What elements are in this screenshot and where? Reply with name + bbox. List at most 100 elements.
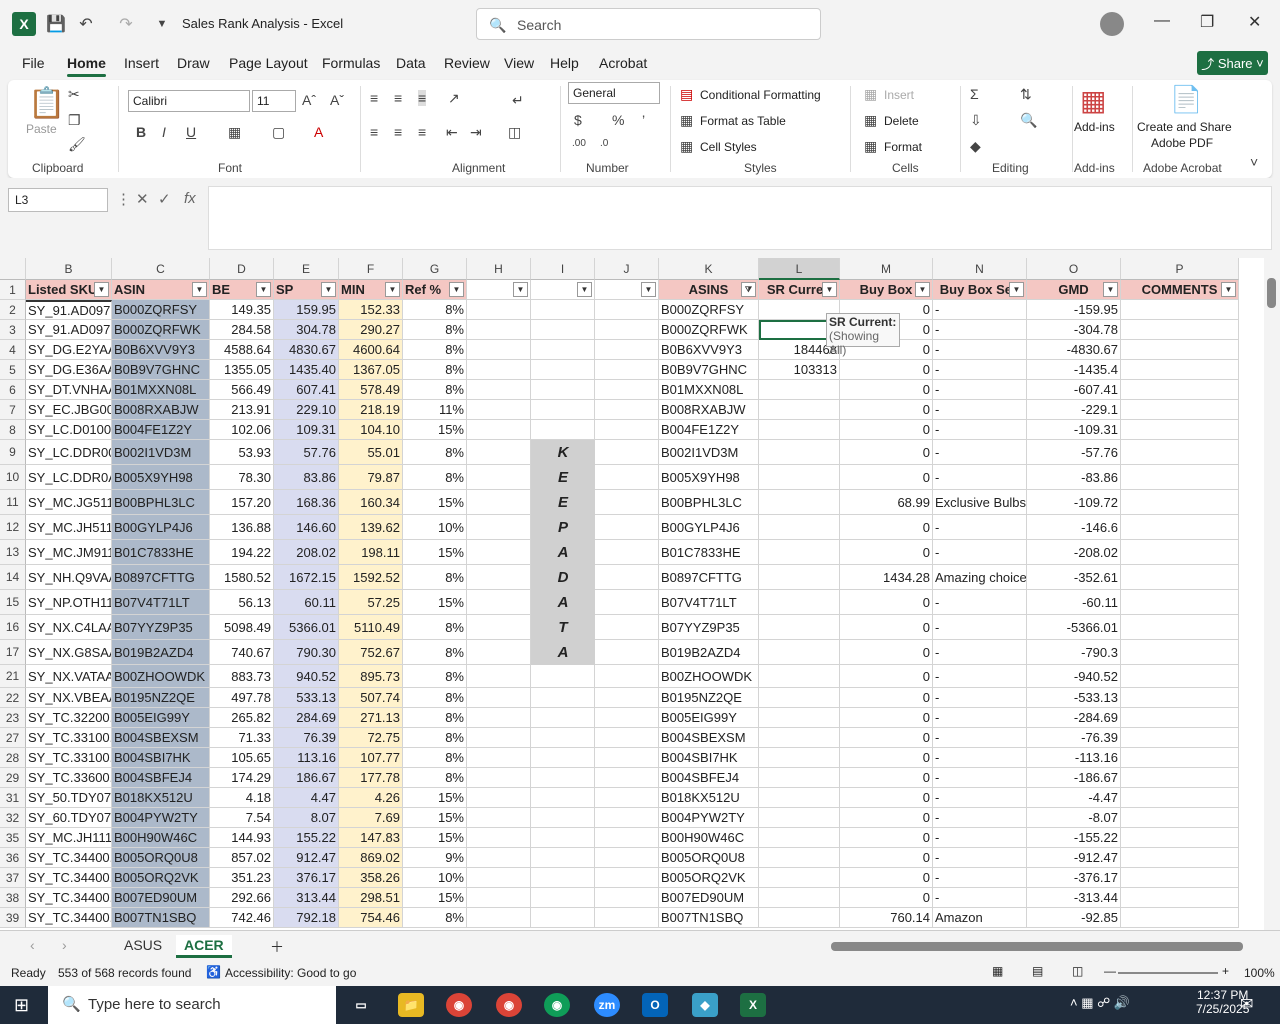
cell-k[interactable]: B004SBI7HK bbox=[659, 748, 759, 768]
format-table-icon[interactable]: ▦ bbox=[680, 112, 693, 129]
cell-c[interactable]: B01C7833HE bbox=[112, 540, 210, 565]
filter-dropdown-icon[interactable]: ▼ bbox=[822, 282, 837, 297]
cell-h[interactable] bbox=[467, 590, 531, 615]
zoom-app-icon[interactable]: zm bbox=[594, 993, 620, 1017]
cell-j[interactable] bbox=[595, 380, 659, 400]
cell-e[interactable]: 533.13 bbox=[274, 688, 339, 708]
cell-b[interactable]: SY_LC.D0100. bbox=[26, 420, 112, 440]
cell-f[interactable]: 869.02 bbox=[339, 848, 403, 868]
column-header-k[interactable]: K bbox=[659, 258, 759, 280]
cell-f[interactable]: 507.74 bbox=[339, 688, 403, 708]
cell-p[interactable] bbox=[1121, 490, 1239, 515]
cell-o[interactable]: -109.31 bbox=[1027, 420, 1121, 440]
cell-m[interactable]: 0 bbox=[840, 380, 933, 400]
cell-f[interactable]: 152.33 bbox=[339, 300, 403, 320]
column-header-i[interactable]: I bbox=[531, 258, 595, 280]
cell-g[interactable]: 8% bbox=[403, 665, 467, 688]
row-header[interactable]: 37 bbox=[0, 868, 26, 888]
cell-j[interactable] bbox=[595, 360, 659, 380]
cell-o[interactable]: -4.47 bbox=[1027, 788, 1121, 808]
cell-d[interactable]: 1355.05 bbox=[210, 360, 274, 380]
row-header[interactable]: 12 bbox=[0, 515, 26, 540]
cell-j[interactable] bbox=[595, 640, 659, 665]
cell-n[interactable]: Amazing choice bbox=[933, 565, 1027, 590]
cell-m[interactable]: 0 bbox=[840, 888, 933, 908]
font-size-select[interactable]: 11 bbox=[252, 90, 296, 112]
cell-h[interactable] bbox=[467, 465, 531, 490]
file-explorer-icon[interactable]: 📁 bbox=[398, 993, 424, 1017]
cell-d[interactable]: 53.93 bbox=[210, 440, 274, 465]
cell-j[interactable] bbox=[595, 828, 659, 848]
cell-f[interactable]: 4.26 bbox=[339, 788, 403, 808]
cell-b[interactable]: SY_91.AD097. bbox=[26, 320, 112, 340]
cell-m[interactable]: 0 bbox=[840, 440, 933, 465]
cell-i[interactable] bbox=[531, 848, 595, 868]
cell-i[interactable] bbox=[531, 828, 595, 848]
clear-icon[interactable]: ◆ bbox=[970, 138, 981, 155]
row-header[interactable]: 4 bbox=[0, 340, 26, 360]
cell-f[interactable]: 79.87 bbox=[339, 465, 403, 490]
cell-k[interactable]: B004SBEXSM bbox=[659, 728, 759, 748]
cell-h[interactable] bbox=[467, 868, 531, 888]
cell-o[interactable]: -159.95 bbox=[1027, 300, 1121, 320]
cell-d[interactable]: 5098.49 bbox=[210, 615, 274, 640]
row-header[interactable]: 5 bbox=[0, 360, 26, 380]
cell-p[interactable] bbox=[1121, 665, 1239, 688]
tab-draw[interactable]: Draw bbox=[177, 55, 210, 71]
cell-h[interactable] bbox=[467, 615, 531, 640]
tab-file[interactable]: File bbox=[22, 55, 45, 71]
cell-h[interactable] bbox=[467, 640, 531, 665]
conditional-formatting-icon[interactable]: ▤ bbox=[680, 86, 693, 103]
system-tray-icons[interactable]: ˄ ▦ ☍ 🔊 bbox=[1070, 995, 1130, 1011]
cell-f[interactable]: 198.11 bbox=[339, 540, 403, 565]
cell-g[interactable]: 8% bbox=[403, 340, 467, 360]
cell-m[interactable]: 0 bbox=[840, 465, 933, 490]
cell-e[interactable]: 313.44 bbox=[274, 888, 339, 908]
column-header-o[interactable]: O bbox=[1027, 258, 1121, 280]
autosum-icon[interactable]: Σ bbox=[970, 86, 979, 102]
filter-dropdown-icon[interactable]: ▼ bbox=[641, 282, 656, 297]
cell-m[interactable]: 0 bbox=[840, 540, 933, 565]
undo-icon[interactable]: ↶ bbox=[74, 12, 98, 36]
filter-dropdown-icon[interactable]: ▼ bbox=[385, 282, 400, 297]
cell-styles-button[interactable]: Cell Styles bbox=[700, 140, 757, 154]
cell-f[interactable]: 5110.49 bbox=[339, 615, 403, 640]
outlook-icon[interactable]: O bbox=[642, 993, 668, 1017]
italic-icon[interactable]: I bbox=[162, 124, 166, 140]
cell-j[interactable] bbox=[595, 615, 659, 640]
cell-p[interactable] bbox=[1121, 590, 1239, 615]
cell-k[interactable]: B000ZQRFSY bbox=[659, 300, 759, 320]
cell-f[interactable]: 147.83 bbox=[339, 828, 403, 848]
cell-j[interactable] bbox=[595, 748, 659, 768]
chrome-profile-icon[interactable]: ◉ bbox=[496, 993, 522, 1017]
column-header-j[interactable]: J bbox=[595, 258, 659, 280]
cell-j[interactable] bbox=[595, 708, 659, 728]
cell-e[interactable]: 186.67 bbox=[274, 768, 339, 788]
cell-k[interactable]: B00ZHOOWDK bbox=[659, 665, 759, 688]
cell-c[interactable]: B005ORQ0U8 bbox=[112, 848, 210, 868]
cell-n[interactable]: Exclusive Bulbs bbox=[933, 490, 1027, 515]
cell-i[interactable] bbox=[531, 728, 595, 748]
cell-k[interactable]: B07YYZ9P35 bbox=[659, 615, 759, 640]
cell-o[interactable]: -376.17 bbox=[1027, 868, 1121, 888]
cell-e[interactable]: 912.47 bbox=[274, 848, 339, 868]
cell-m[interactable]: 0 bbox=[840, 640, 933, 665]
filter-dropdown-icon[interactable]: ▼ bbox=[513, 282, 528, 297]
cell-g[interactable]: 8% bbox=[403, 615, 467, 640]
tab-formulas[interactable]: Formulas bbox=[322, 55, 380, 71]
zoom-level[interactable]: 100% bbox=[1244, 966, 1275, 980]
cell-j[interactable] bbox=[595, 465, 659, 490]
cell-f[interactable]: 895.73 bbox=[339, 665, 403, 688]
cell-i[interactable] bbox=[531, 360, 595, 380]
filter-dropdown-icon[interactable]: ▼ bbox=[321, 282, 336, 297]
cell-j[interactable] bbox=[595, 665, 659, 688]
cell-o[interactable]: -229.1 bbox=[1027, 400, 1121, 420]
cell-b[interactable]: SY_TC.34400.1 bbox=[26, 868, 112, 888]
column-header-b[interactable]: B bbox=[26, 258, 112, 280]
cell-c[interactable]: B005X9YH98 bbox=[112, 465, 210, 490]
row-header[interactable]: 8 bbox=[0, 420, 26, 440]
cell-l[interactable] bbox=[759, 380, 840, 400]
sheet-tab-acer[interactable]: ACER bbox=[176, 935, 232, 958]
zoom-slider[interactable] bbox=[1118, 972, 1218, 974]
cell-j[interactable] bbox=[595, 340, 659, 360]
